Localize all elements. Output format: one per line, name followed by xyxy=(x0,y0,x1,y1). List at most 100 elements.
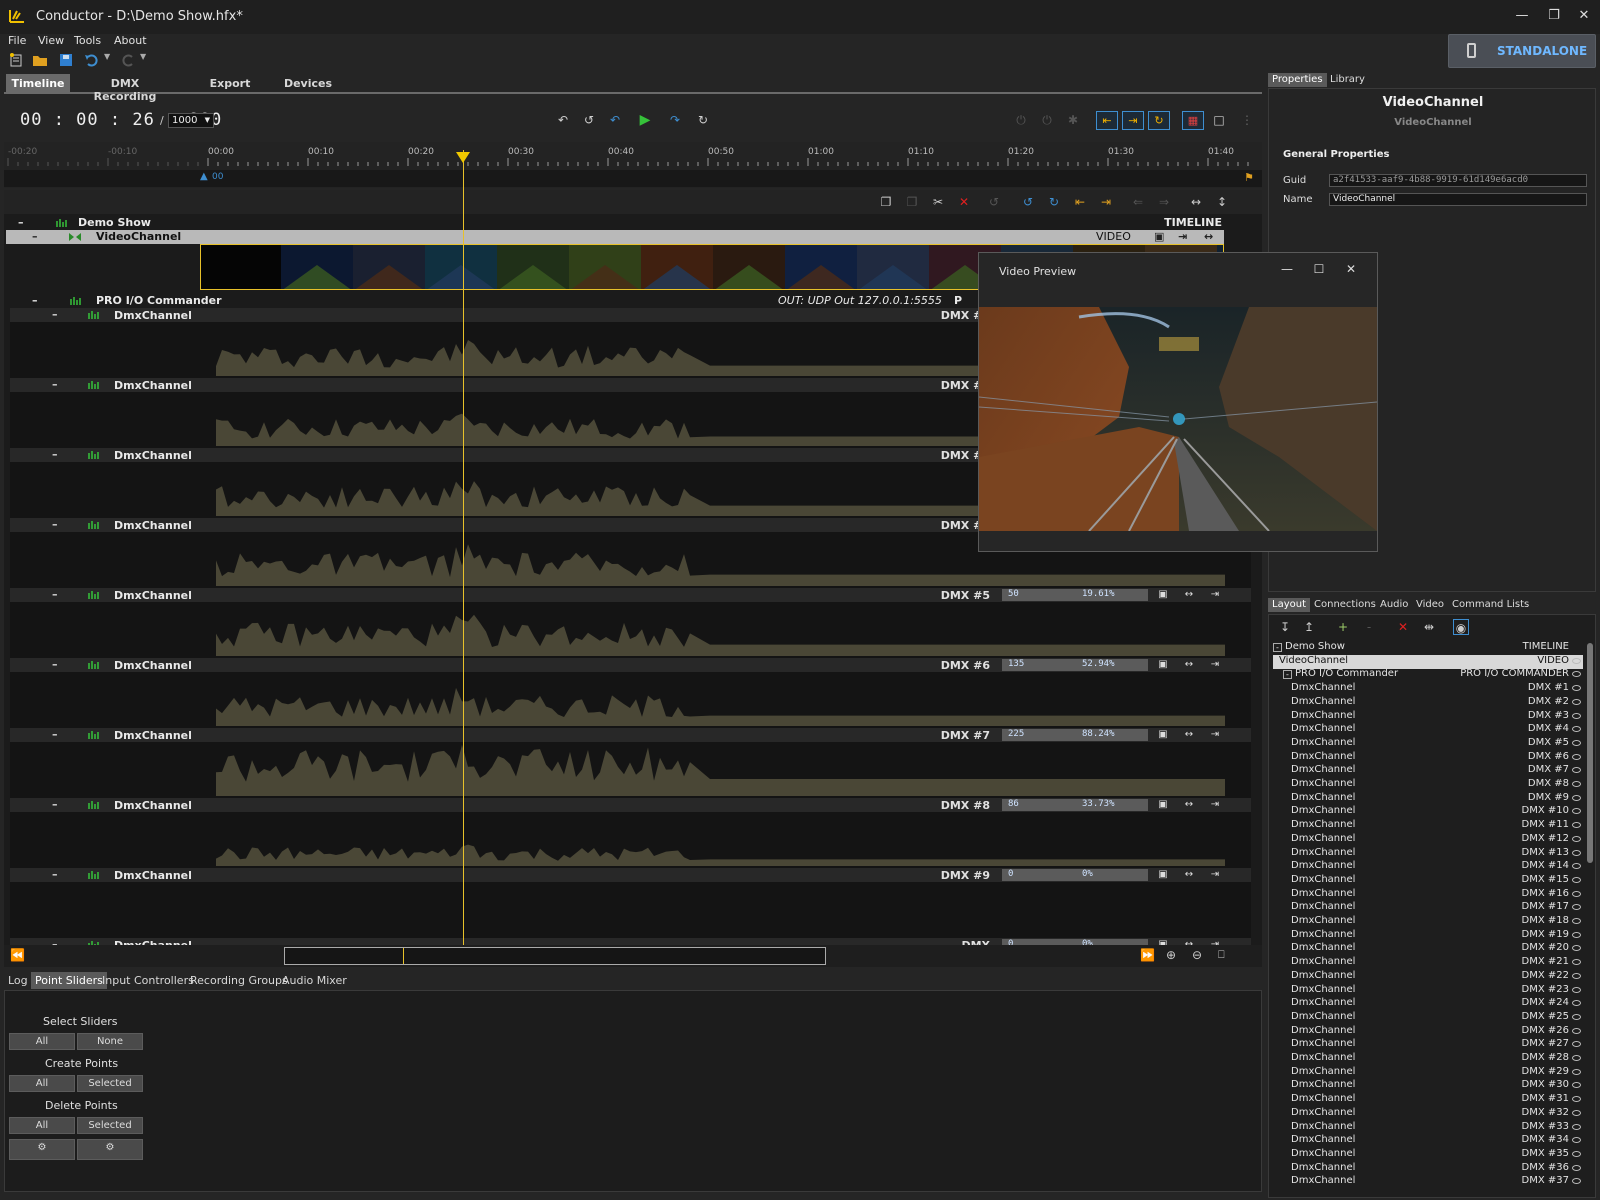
eye-icon[interactable] xyxy=(1572,739,1581,746)
tab-devices[interactable]: Devices xyxy=(280,74,336,92)
collapse-icon[interactable]: – xyxy=(32,294,38,307)
add-item-icon[interactable]: + xyxy=(1335,619,1351,635)
eye-icon[interactable] xyxy=(1572,685,1581,692)
capture-icon[interactable]: ▣ xyxy=(1156,659,1170,671)
eye-icon[interactable] xyxy=(1572,1082,1581,1089)
eye-icon[interactable] xyxy=(1572,1068,1581,1075)
tab-video[interactable]: Video xyxy=(1412,598,1448,612)
open-folder-icon[interactable] xyxy=(32,52,48,68)
restore-button[interactable]: ❐ xyxy=(1542,6,1566,26)
tree-item-channel[interactable]: DmxChannel DMX #1 xyxy=(1273,682,1583,696)
eye-icon[interactable] xyxy=(1572,1041,1581,1048)
tree-item-channel[interactable]: DmxChannel DMX #27 xyxy=(1273,1038,1583,1052)
visibility-icon[interactable]: ◉ xyxy=(1453,619,1469,635)
minimize-icon[interactable]: — xyxy=(1275,259,1299,279)
tab-dmx-recording[interactable]: DMX Recording xyxy=(80,74,170,103)
resize-icon[interactable]: ↔ xyxy=(1182,589,1196,601)
menu-about[interactable]: About xyxy=(114,34,147,47)
collapse-icon[interactable]: – xyxy=(52,378,58,391)
eye-icon[interactable] xyxy=(1572,712,1581,719)
pin-icon[interactable]: ⇥ xyxy=(1178,230,1187,243)
maximize-icon[interactable]: ☐ xyxy=(1307,259,1331,279)
capture-icon[interactable]: ▣ xyxy=(1156,589,1170,601)
tree-item-channel[interactable]: DmxChannel DMX #3 xyxy=(1273,710,1583,724)
tree-item-channel[interactable]: DmxChannel DMX #36 xyxy=(1273,1162,1583,1176)
eye-icon[interactable] xyxy=(1572,931,1581,938)
eye-icon[interactable] xyxy=(1572,1164,1581,1171)
move-left-icon[interactable]: ⇐ xyxy=(1130,194,1146,210)
delete-selected-button[interactable]: Selected xyxy=(77,1117,143,1134)
tab-input-controllers[interactable]: Input Controllers xyxy=(98,972,198,989)
eye-icon[interactable] xyxy=(1572,698,1581,705)
grid-icon[interactable]: ▦ xyxy=(1182,111,1204,130)
marker-bar[interactable]: ▲ 00 ⚑ xyxy=(4,170,1262,187)
tab-log[interactable]: Log xyxy=(4,972,32,989)
eye-icon[interactable] xyxy=(1572,863,1581,870)
eye-icon[interactable] xyxy=(1572,849,1581,856)
tree-item-channel[interactable]: DmxChannel DMX #19 xyxy=(1273,929,1583,943)
fps-select[interactable]: 1000 ▼ xyxy=(168,113,214,128)
power-icon[interactable]: ⏻ xyxy=(1012,112,1030,128)
playhead-handle[interactable] xyxy=(456,152,470,163)
pin-icon[interactable]: ⇥ xyxy=(1208,729,1222,741)
zoom-fit-icon[interactable]: ⎕ xyxy=(1218,948,1225,962)
capture-icon[interactable]: ▣ xyxy=(1156,799,1170,811)
remove-item-icon[interactable]: - xyxy=(1361,619,1377,635)
tree-item-channel[interactable]: DmxChannel DMX #35 xyxy=(1273,1148,1583,1162)
tree-item-channel[interactable]: DmxChannel DMX #12 xyxy=(1273,833,1583,847)
resize-icon[interactable]: ↔ xyxy=(1182,799,1196,811)
slider-left-icon[interactable]: ⚙ xyxy=(9,1139,75,1160)
resize-icon[interactable]: ↔ xyxy=(1204,230,1213,243)
collapse-icon[interactable]: – xyxy=(52,728,58,741)
dmx-channel-row[interactable]: – DmxChannel DMX #9 0 0% ▣ ↔ ⇥ xyxy=(10,868,1251,939)
capture-icon[interactable]: ▣ xyxy=(1154,230,1164,243)
eye-icon[interactable] xyxy=(1572,1096,1581,1103)
eye-icon[interactable] xyxy=(1572,876,1581,883)
resize-icon[interactable]: ↔ xyxy=(1182,659,1196,671)
eye-icon[interactable] xyxy=(1572,657,1581,664)
collapse-icon[interactable]: – xyxy=(52,868,58,881)
menu-view[interactable]: View xyxy=(38,34,64,47)
tree-item-channel[interactable]: DmxChannel DMX #37 xyxy=(1273,1175,1583,1189)
tab-point-sliders[interactable]: Point Sliders xyxy=(31,972,107,989)
new-file-icon[interactable] xyxy=(8,52,24,68)
eye-icon[interactable] xyxy=(1572,808,1581,815)
eye-icon[interactable] xyxy=(1572,671,1581,678)
tree-item-channel[interactable]: DmxChannel DMX #34 xyxy=(1273,1134,1583,1148)
dmx-channel-row[interactable]: – DmxChannel DMX #7 225 88.24% ▣ ↔ ⇥ xyxy=(10,728,1251,799)
step-back-icon[interactable]: ↺ xyxy=(580,112,598,128)
eye-icon[interactable] xyxy=(1572,1055,1581,1061)
tree-item-channel[interactable]: DmxChannel DMX #13 xyxy=(1273,847,1583,861)
eye-icon[interactable] xyxy=(1572,822,1581,829)
tree-collapse-icon[interactable]: - xyxy=(1283,670,1292,680)
tab-export[interactable]: Export xyxy=(200,74,260,92)
tab-recording-groups[interactable]: Recording Groups xyxy=(186,972,292,989)
layout-scrollbar[interactable] xyxy=(1587,643,1593,863)
tab-properties[interactable]: Properties xyxy=(1268,73,1327,87)
eye-icon[interactable] xyxy=(1572,767,1581,774)
tab-command-lists[interactable]: Command Lists xyxy=(1448,598,1533,612)
collapse-icon[interactable]: – xyxy=(52,518,58,531)
dmx-channel-row[interactable]: – DmxChannel DMX #8 86 33.73% ▣ ↔ ⇥ xyxy=(10,798,1251,869)
eye-icon[interactable] xyxy=(1572,753,1581,760)
tree-item-channel[interactable]: DmxChannel DMX #4 xyxy=(1273,723,1583,737)
menu-file[interactable]: File xyxy=(8,34,26,47)
tree-item-channel[interactable]: DmxChannel DMX #30 xyxy=(1273,1079,1583,1093)
slider-right-icon[interactable]: ⚙ xyxy=(77,1139,143,1160)
tree-item-channel[interactable]: DmxChannel DMX #9 xyxy=(1273,792,1583,806)
tab-library[interactable]: Library xyxy=(1326,73,1369,87)
eye-icon[interactable] xyxy=(1572,890,1581,897)
tree-item-channel[interactable]: DmxChannel DMX #16 xyxy=(1273,888,1583,902)
eye-icon[interactable] xyxy=(1572,972,1581,979)
tree-item-channel[interactable]: DmxChannel DMX #18 xyxy=(1273,915,1583,929)
power-off-icon[interactable]: ⏻ xyxy=(1038,112,1056,128)
collapse-icon[interactable]: – xyxy=(52,658,58,671)
tree-item-channel[interactable]: DmxChannel DMX #21 xyxy=(1273,956,1583,970)
paste-icon[interactable]: ❐ xyxy=(904,194,920,210)
recording-icon[interactable]: ✱ xyxy=(1064,112,1082,128)
redo-icon[interactable] xyxy=(120,52,136,68)
eye-icon[interactable] xyxy=(1572,1027,1581,1034)
tab-audio[interactable]: Audio xyxy=(1376,598,1412,612)
delete-item-icon[interactable]: ✕ xyxy=(1395,619,1411,635)
name-field[interactable]: VideoChannel xyxy=(1329,193,1587,206)
